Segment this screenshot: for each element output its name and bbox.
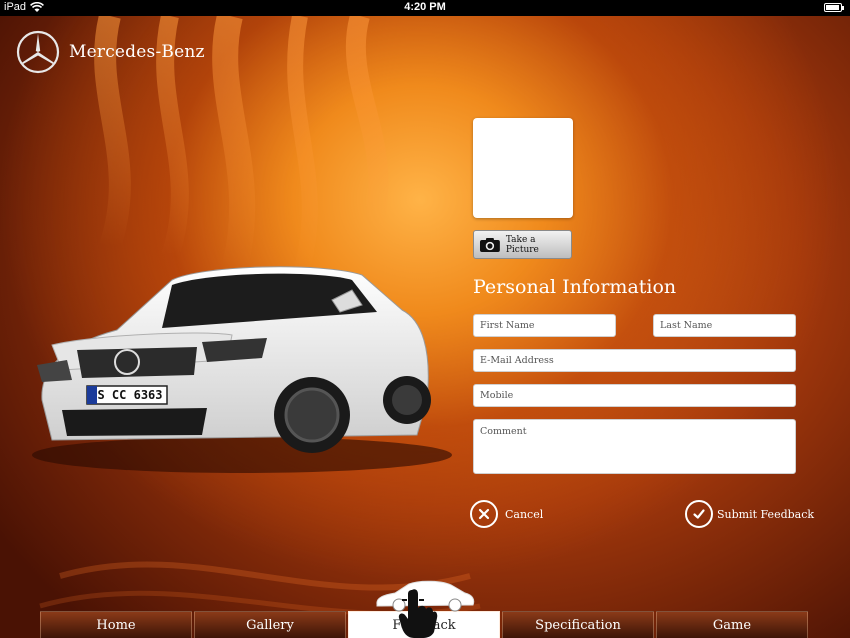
cancel-button[interactable]: Cancel [470,500,543,528]
pointing-hand-icon [398,589,438,638]
camera-icon [479,237,500,252]
tab-specification[interactable]: Specification [502,611,654,638]
last-name-field[interactable] [653,314,796,337]
take-picture-label: Take a Picture [505,234,539,255]
status-bar: iPad 4:20 PM [0,0,850,16]
brand: Mercedes-Benz [16,30,205,74]
license-plate: S CC 6363 [97,388,162,402]
tab-game[interactable]: Game [656,611,808,638]
checkmark-icon [685,500,713,528]
photo-preview[interactable] [473,118,573,218]
tab-home[interactable]: Home [40,611,192,638]
status-time: 4:20 PM [404,1,446,13]
email-field[interactable] [473,349,796,372]
tab-gallery[interactable]: Gallery [194,611,346,638]
section-title: Personal Information [473,276,677,298]
close-icon [470,500,498,528]
mobile-field[interactable] [473,384,796,407]
comment-field[interactable] [473,419,796,474]
submit-feedback-button[interactable]: Submit Feedback [685,500,814,528]
brand-name: Mercedes-Benz [69,42,205,62]
mercedes-star-icon [16,30,60,74]
cancel-label: Cancel [505,507,544,521]
first-name-field[interactable] [473,314,616,337]
car-image: S CC 6363 [32,266,452,473]
battery-icon [824,3,844,12]
take-picture-button[interactable]: Take a Picture [473,230,572,259]
submit-label: Submit Feedback [717,507,815,521]
